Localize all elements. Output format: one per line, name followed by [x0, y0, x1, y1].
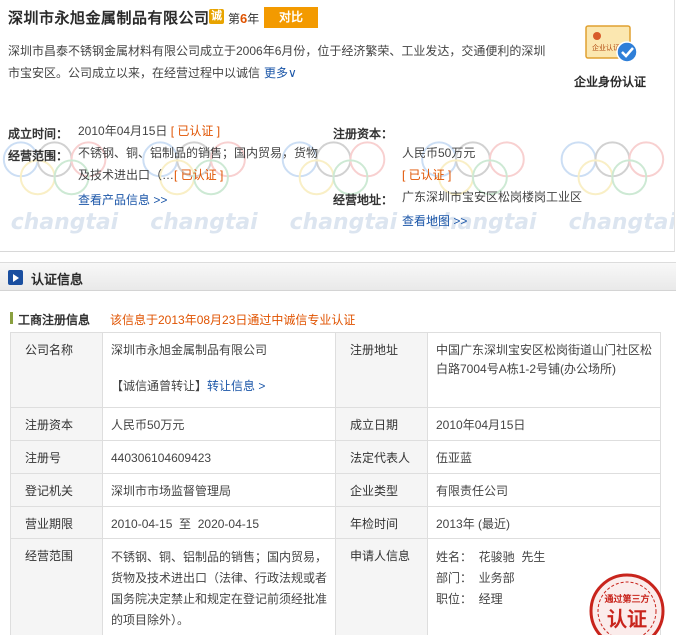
legal-rep-label: 法定代表人 [335, 440, 428, 474]
scope-cert: [ 已认证 ] [174, 168, 224, 182]
table-row: 公司名称 深圳市永旭金属制品有限公司 【诚信通曾转让】转让信息 > 注册地址 中… [10, 332, 661, 408]
authority-value: 深圳市市场监督管理局 [102, 473, 336, 507]
watermark-text-1: changtai [11, 210, 119, 235]
arrow-right-icon [8, 270, 23, 285]
founded-row-label: 成立日期 [335, 407, 428, 441]
membership-years: 第6年 [228, 10, 259, 27]
subheader-marker [10, 312, 13, 324]
company-intro: 深圳市昌泰不锈钢金属材料有限公司成立于2006年6月份，位于经济繁荣、工业发达，… [8, 40, 553, 84]
founded-value: 2010年04月15日 [ 已认证 ] [78, 120, 220, 142]
inspection-label: 年检时间 [335, 506, 428, 539]
reg-no-label: 注册号 [10, 440, 103, 474]
founded-cert: [ 已认证 ] [170, 124, 221, 138]
scope-line-2-text: 及技术进出口（… [78, 168, 175, 182]
table-row: 注册资本 人民币50万元 成立日期 2010年04月15日 [10, 407, 661, 441]
inspection-value: 2013年 (最近) [427, 506, 661, 539]
applicant-name: 姓名： 花骏驰 先生 [436, 550, 546, 564]
id-verified-label[interactable]: 企业身份认证 [574, 73, 646, 90]
table-row: 登记机关 深圳市市场监督管理局 企业类型 有限责任公司 [10, 473, 661, 507]
year-prefix: 第 [228, 12, 241, 26]
reg-address-label: 注册地址 [335, 332, 428, 408]
company-name-label: 公司名称 [10, 332, 103, 408]
term-label: 营业期限 [10, 506, 103, 539]
more-link[interactable]: 更多∨ [264, 66, 297, 80]
scope-line-2: 及技术进出口（…[ 已认证 ] [78, 164, 328, 186]
address-label: 经营地址： [333, 193, 394, 207]
founded-label: 成立时间： [8, 127, 69, 141]
registration-cert-note: 该信息于2013年08月23日通过中诚信专业认证 [110, 313, 356, 327]
transfer-info: 【诚信通曾转让】转让信息 > [111, 377, 329, 396]
certification-section-header: 认证信息 [0, 262, 676, 291]
registration-title: 工商注册信息 [18, 313, 91, 327]
view-products-link[interactable]: 查看产品信息 >> [78, 191, 167, 208]
year-suffix: 年 [247, 12, 260, 26]
founded-date: 2010年04月15日 [78, 124, 168, 138]
stamp-top-text: 通过第三方 [604, 593, 649, 605]
company-name-value: 深圳市永旭金属制品有限公司 [111, 343, 268, 357]
reg-address-value: 中国广东深圳宝安区松岗街道山门社区松白路7004号A栋1-2号铺(办公场所) [427, 332, 661, 408]
scope-label: 经营范围： [8, 149, 69, 163]
registration-table: 公司名称 深圳市永旭金属制品有限公司 【诚信通曾转让】转让信息 > 注册地址 中… [10, 332, 661, 635]
third-party-cert-stamp-icon: 通过第三方 认证 [589, 573, 665, 635]
scope-row-label: 经营范围 [10, 538, 103, 635]
company-type-label: 企业类型 [335, 473, 428, 507]
capital-row-value: 人民币50万元 [102, 407, 336, 441]
company-type-value: 有限责任公司 [427, 473, 661, 507]
watermark-text-2: changtai [150, 210, 258, 235]
capital-value: 人民币50万元 [402, 146, 476, 160]
watermark-text-5: changtai [569, 210, 674, 235]
compare-button[interactable]: 对比 [264, 7, 318, 28]
capital-row-label: 注册资本 [10, 407, 103, 441]
watermark-text-3: changtai [290, 210, 398, 235]
view-map-link[interactable]: 查看地图 >> [402, 212, 467, 229]
transfer-text: 【诚信通曾转让】 [111, 379, 208, 393]
company-name-cell: 深圳市永旭金属制品有限公司 【诚信通曾转让】转让信息 > [102, 332, 336, 408]
applicant-label: 申请人信息 [335, 538, 428, 635]
transfer-info-link[interactable]: 转让信息 > [207, 379, 265, 393]
authority-label: 登记机关 [10, 473, 103, 507]
founded-row-value: 2010年04月15日 [427, 407, 661, 441]
integrity-badge-icon: 诚 [209, 9, 224, 24]
term-value: 2010-04-15 至 2020-04-15 [102, 506, 336, 539]
scope-value: 不锈钢、铜、铝制品的销售；国内贸易，货物 及技术进出口（…[ 已认证 ] [78, 142, 328, 186]
table-row: 注册号 440306104609423 法定代表人 伍亚蓝 [10, 440, 661, 474]
legal-rep-value: 伍亚蓝 [427, 440, 661, 474]
scope-row-value: 不锈钢、铜、铝制品的销售；国内贸易，货物及技术进出口（法律、行政法规或者国务院决… [102, 538, 336, 635]
address-value: 广东深圳市宝安区松岗楼岗工业区 [402, 190, 583, 204]
verify-icon-caption: 企业认证 [592, 43, 620, 52]
section-title: 认证信息 [31, 272, 84, 287]
table-row: 营业期限 2010-04-15 至 2020-04-15 年检时间 2013年 … [10, 506, 661, 539]
company-name: 深圳市永旭金属制品有限公司 [8, 10, 210, 27]
scope-line-1: 不锈钢、铜、铝制品的销售；国内贸易，货物 [78, 146, 319, 160]
stamp-main-text: 认证 [607, 607, 647, 631]
id-verified-icon: 企业认证 [585, 25, 638, 63]
capital-cert: [ 已认证 ] [402, 168, 452, 182]
company-card: changtai changtai changtai changtai chan… [0, 0, 675, 252]
reg-no-value: 440306104609423 [102, 440, 336, 474]
capital-label: 注册资本： [333, 127, 394, 141]
table-row: 经营范围 不锈钢、铜、铝制品的销售；国内贸易，货物及技术进出口（法律、行政法规或… [10, 538, 661, 635]
